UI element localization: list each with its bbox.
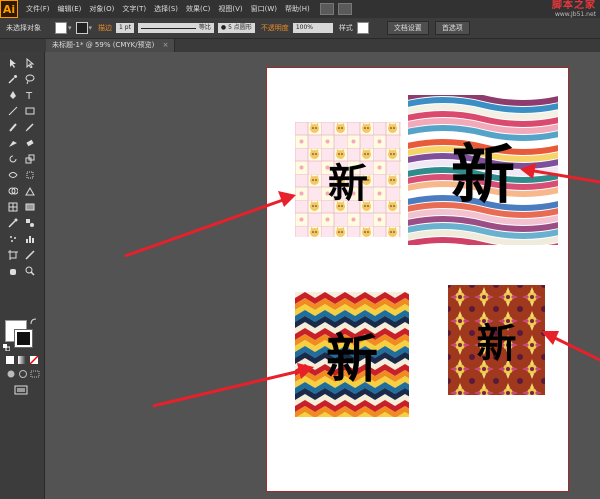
annotation-arrow-3 [152,363,314,408]
annotation-arrow-4 [541,331,600,362]
annotation-arrow-1 [124,191,296,258]
annotation-arrows [124,163,600,408]
annotation-arrow-2 [520,163,600,184]
